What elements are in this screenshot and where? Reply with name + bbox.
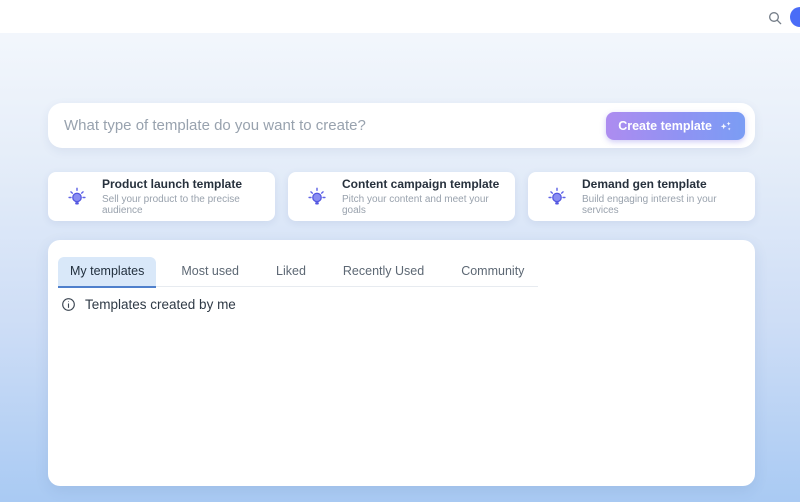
lightbulb-icon (546, 186, 568, 208)
tab-community[interactable]: Community (449, 257, 536, 288)
top-bar (0, 0, 800, 33)
create-template-label: Create template (618, 119, 712, 133)
template-prompt-bar: Create template (48, 103, 755, 148)
lightbulb-icon (66, 186, 88, 208)
card-title: Content campaign template (342, 177, 503, 191)
avatar[interactable] (790, 7, 800, 27)
card-subtitle: Sell your product to the precise audienc… (102, 194, 263, 216)
suggestion-cards: Product launch template Sell your produc… (48, 172, 755, 221)
card-text: Demand gen template Build engaging inter… (582, 177, 743, 216)
app-screen: Create template (0, 0, 800, 502)
create-template-button[interactable]: Create template (606, 112, 745, 140)
tab-liked[interactable]: Liked (264, 257, 318, 288)
info-icon (61, 297, 76, 312)
card-title: Demand gen template (582, 177, 743, 191)
tab-recently-used[interactable]: Recently Used (331, 257, 436, 288)
templates-panel: My templates Most used Liked Recently Us… (48, 240, 755, 486)
card-text: Product launch template Sell your produc… (102, 177, 263, 216)
sparkles-icon (719, 119, 733, 133)
search-icon[interactable] (766, 9, 784, 27)
tabs-bar: My templates Most used Liked Recently Us… (58, 257, 536, 288)
suggestion-card-product-launch[interactable]: Product launch template Sell your produc… (48, 172, 275, 221)
suggestion-card-content-campaign[interactable]: Content campaign template Pitch your con… (288, 172, 515, 221)
tab-most-used[interactable]: Most used (169, 257, 251, 288)
card-subtitle: Build engaging interest in your services (582, 194, 743, 216)
empty-state-text: Templates created by me (85, 297, 236, 312)
empty-state: Templates created by me (61, 297, 236, 312)
card-title: Product launch template (102, 177, 263, 191)
lightbulb-icon (306, 186, 328, 208)
suggestion-card-demand-gen[interactable]: Demand gen template Build engaging inter… (528, 172, 755, 221)
template-prompt-input[interactable] (64, 117, 606, 134)
card-text: Content campaign template Pitch your con… (342, 177, 503, 216)
card-subtitle: Pitch your content and meet your goals (342, 194, 503, 216)
tab-my-templates[interactable]: My templates (58, 257, 156, 288)
